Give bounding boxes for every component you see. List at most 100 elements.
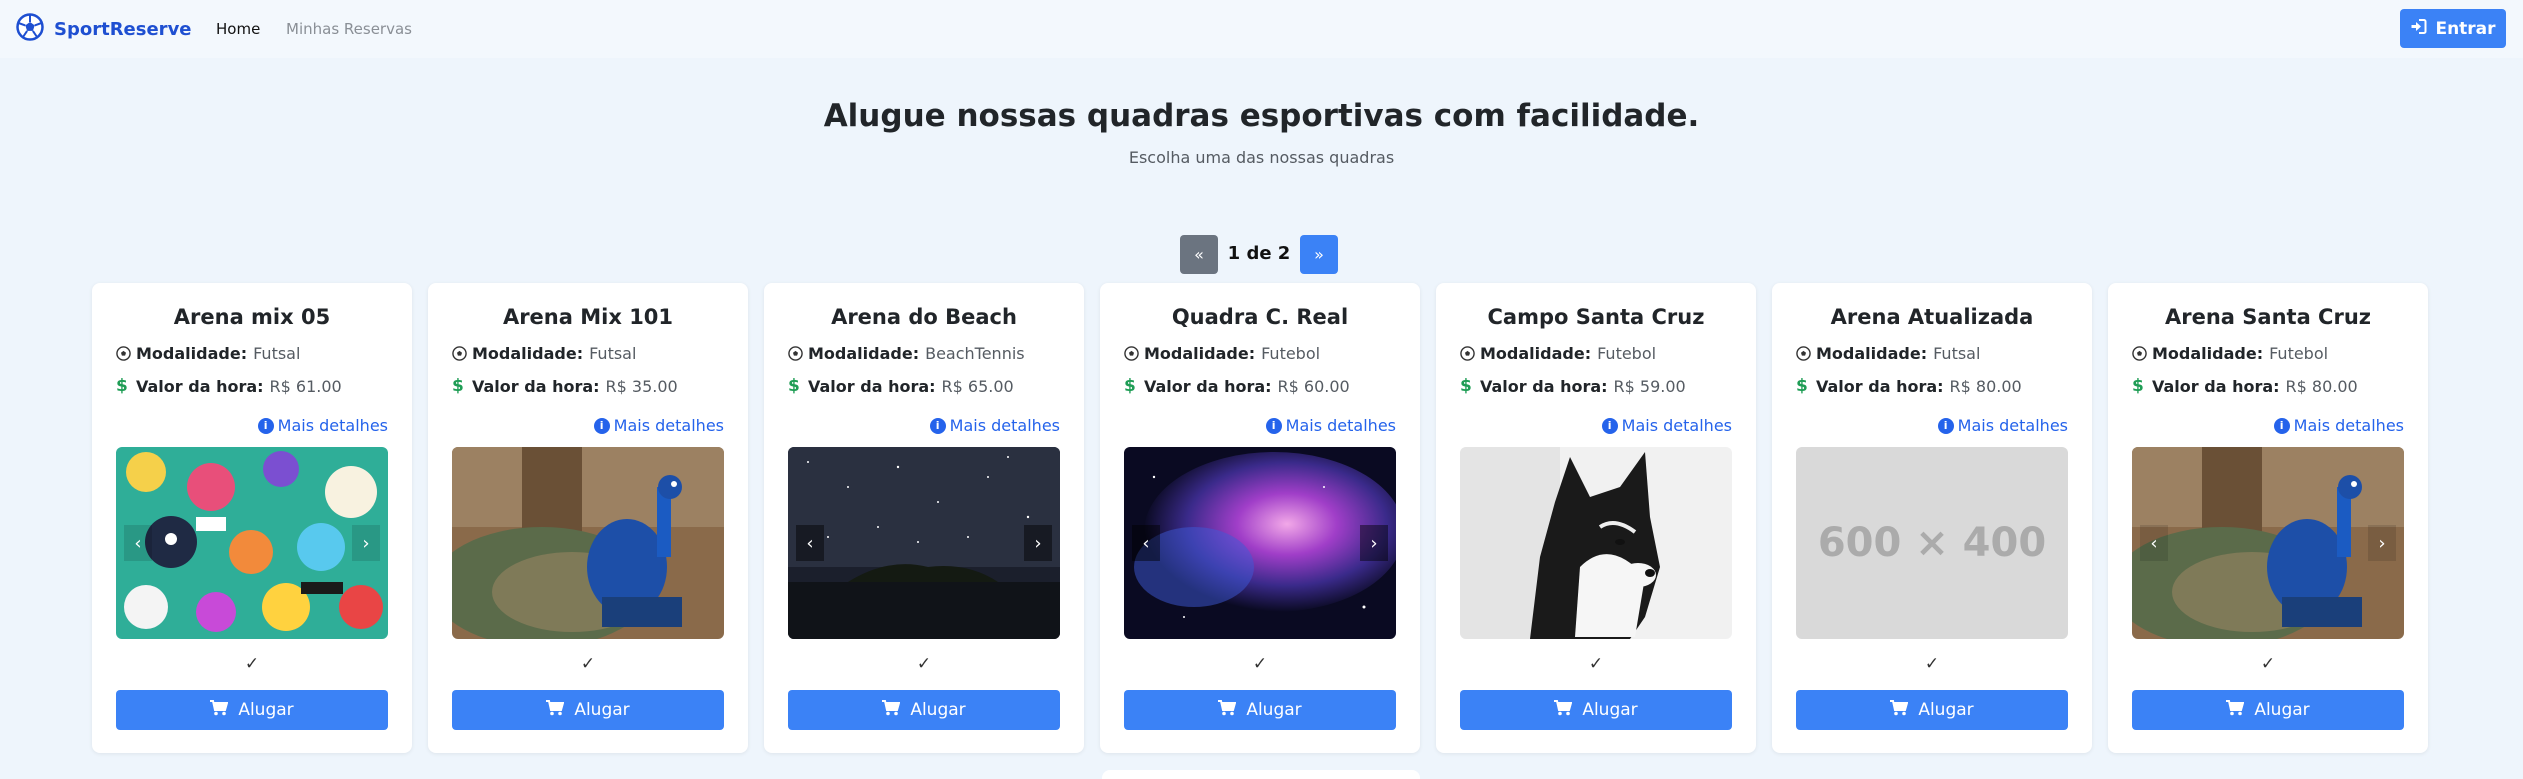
court-card: Quadra C. Real Modalidade: Futebol $ Val… [1100, 283, 1420, 753]
pagination-next-button[interactable]: » [1300, 235, 1338, 274]
page-subtitle: Escolha uma das nossas quadras [1128, 148, 1395, 167]
court-image-carousel[interactable]: ‹ › [788, 447, 1060, 639]
rent-label: Alugar [1246, 700, 1302, 720]
info-icon: i [1601, 417, 1618, 434]
graffiti-image [116, 447, 388, 639]
rent-button[interactable]: Alugar [2132, 690, 2404, 730]
price-value: R$ 61.00 [269, 376, 342, 396]
brand-name: SportReserve [54, 18, 192, 40]
carousel-prev-button[interactable]: ‹ [124, 525, 152, 561]
modality-row: Modalidade: Futsal [452, 344, 636, 363]
modality-row: Modalidade: BeachTennis [788, 344, 1025, 363]
soccer-ball-icon [452, 346, 472, 361]
cart-icon [1554, 699, 1573, 721]
details-label: Mais detalhes [1957, 416, 2068, 435]
page-title: Alugue nossas quadras esportivas com fac… [823, 98, 1700, 134]
cart-icon [882, 699, 901, 721]
dollar-icon: $ [452, 376, 464, 396]
price-label: Valor da hora: [1816, 376, 1944, 396]
rent-label: Alugar [2254, 700, 2310, 720]
modality-value: Futsal [253, 344, 301, 363]
soccer-ball-icon [116, 346, 136, 361]
rent-button[interactable]: Alugar [1796, 690, 2068, 730]
price-row: $ Valor da hora: R$ 61.00 [116, 376, 342, 396]
court-card: Arena Atualizada Modalidade: Futsal $ Va… [1772, 283, 2092, 753]
price-label: Valor da hora: [136, 376, 264, 396]
carousel-next-button[interactable]: › [2368, 525, 2396, 561]
court-image-carousel[interactable]: ‹ › [116, 447, 388, 639]
price-value: R$ 80.00 [1949, 376, 2022, 396]
rent-label: Alugar [1582, 700, 1638, 720]
soccer-ball-icon [2132, 346, 2152, 361]
peacock-image [452, 447, 724, 639]
details-link[interactable]: i Mais detalhes [1601, 416, 1732, 435]
soccer-ball-icon [1460, 346, 1480, 361]
details-label: Mais detalhes [277, 416, 388, 435]
price-label: Valor da hora: [1480, 376, 1608, 396]
dollar-icon: $ [1124, 376, 1136, 396]
carousel-prev-button[interactable]: ‹ [1132, 525, 1160, 561]
details-link[interactable]: i Mais detalhes [1937, 416, 2068, 435]
login-button[interactable]: Entrar [2400, 9, 2506, 48]
court-image-carousel[interactable]: ‹ › [2132, 447, 2404, 639]
cart-icon [1890, 699, 1909, 721]
info-icon: i [929, 417, 946, 434]
details-link[interactable]: i Mais detalhes [1265, 416, 1396, 435]
modality-label: Modalidade: [1144, 344, 1256, 363]
price-value: R$ 60.00 [1277, 376, 1350, 396]
details-link[interactable]: i Mais detalhes [2273, 416, 2404, 435]
galaxy-image [1124, 447, 1396, 639]
info-icon: i [593, 417, 610, 434]
rent-button[interactable]: Alugar [1124, 690, 1396, 730]
price-label: Valor da hora: [472, 376, 600, 396]
nav-link-home[interactable]: Home [216, 20, 260, 38]
modality-row: Modalidade: Futebol [1124, 344, 1320, 363]
rent-button[interactable]: Alugar [452, 690, 724, 730]
carousel-next-button[interactable]: › [1360, 525, 1388, 561]
dollar-icon: $ [2132, 376, 2144, 396]
modality-label: Modalidade: [136, 344, 248, 363]
details-link[interactable]: i Mais detalhes [929, 416, 1060, 435]
soccer-ball-icon [1796, 346, 1816, 361]
carousel-next-button[interactable]: › [352, 525, 380, 561]
price-value: R$ 59.00 [1613, 376, 1686, 396]
price-row: $ Valor da hora: R$ 60.00 [1124, 376, 1350, 396]
court-name: Arena do Beach [831, 305, 1017, 329]
brand-link[interactable]: SportReserve [16, 13, 192, 44]
price-value: R$ 65.00 [941, 376, 1014, 396]
rent-button[interactable]: Alugar [116, 690, 388, 730]
carousel-prev-button[interactable]: ‹ [796, 525, 824, 561]
modality-label: Modalidade: [1816, 344, 1928, 363]
sign-in-icon [2410, 18, 2427, 40]
pagination-prev-button[interactable]: « [1180, 235, 1218, 274]
price-row: $ Valor da hora: R$ 35.00 [452, 376, 678, 396]
court-name: Campo Santa Cruz [1487, 305, 1705, 329]
modality-row: Modalidade: Futsal [116, 344, 300, 363]
nav-link-minhas-reservas[interactable]: Minhas Reservas [286, 20, 412, 38]
court-card: Campo Santa Cruz Modalidade: Futebol $ V… [1436, 283, 1756, 753]
dollar-icon: $ [788, 376, 800, 396]
details-label: Mais detalhes [613, 416, 724, 435]
details-label: Mais detalhes [1285, 416, 1396, 435]
court-image-carousel[interactable] [1460, 447, 1732, 639]
info-icon: i [257, 417, 274, 434]
details-label: Mais detalhes [2293, 416, 2404, 435]
modality-row: Modalidade: Futebol [2132, 344, 2328, 363]
price-row: $ Valor da hora: R$ 80.00 [2132, 376, 2358, 396]
peacock-image [2132, 447, 2404, 639]
details-link[interactable]: i Mais detalhes [593, 416, 724, 435]
rent-button[interactable]: Alugar [788, 690, 1060, 730]
court-image-carousel[interactable]: ‹ › [1124, 447, 1396, 639]
availability-check: ✓ [1252, 654, 1268, 674]
court-image-carousel[interactable] [452, 447, 724, 639]
carousel-prev-button[interactable]: ‹ [2140, 525, 2168, 561]
carousel-next-button[interactable]: › [1024, 525, 1052, 561]
dollar-icon: $ [1460, 376, 1472, 396]
price-value: R$ 80.00 [2285, 376, 2358, 396]
info-icon: i [2273, 417, 2290, 434]
info-icon: i [1265, 417, 1282, 434]
details-link[interactable]: i Mais detalhes [257, 416, 388, 435]
rent-button[interactable]: Alugar [1460, 690, 1732, 730]
court-image-carousel[interactable]: 600 × 400 [1796, 447, 2068, 639]
modality-value: BeachTennis [925, 344, 1025, 363]
